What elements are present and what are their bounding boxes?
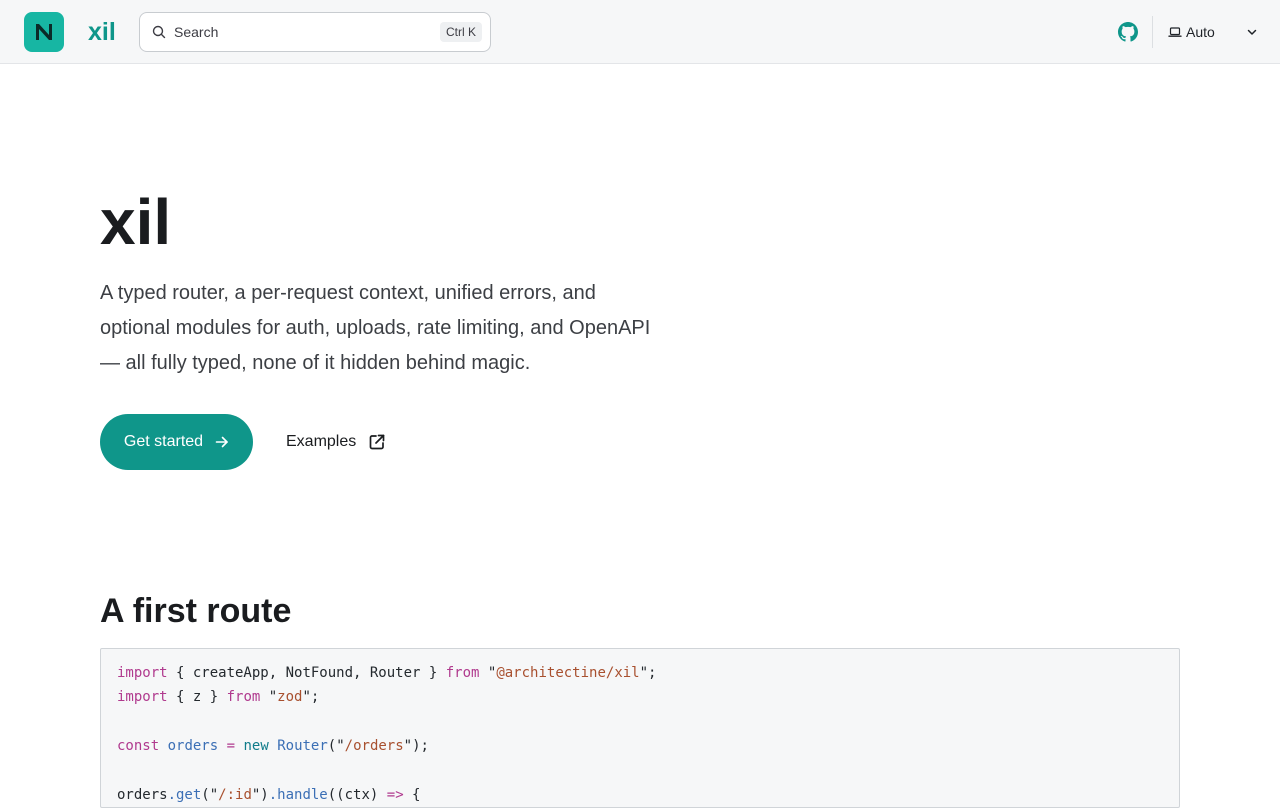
- laptop-icon: [1168, 25, 1182, 39]
- code-line: import { z } from "zod";: [117, 689, 320, 706]
- appearance-label: Auto: [1186, 24, 1215, 40]
- header-divider: [1152, 16, 1153, 48]
- search-placeholder: Search: [174, 24, 219, 40]
- arrow-right-icon: [215, 435, 229, 449]
- brand-name[interactable]: xil: [88, 16, 116, 48]
- top-navbar: xil Search Ctrl K Auto: [0, 0, 1280, 64]
- chevron-down-icon: [1246, 26, 1258, 38]
- search-button[interactable]: Search Ctrl K: [139, 12, 491, 52]
- search-icon: [152, 25, 166, 39]
- logo[interactable]: [24, 12, 64, 52]
- code-line: orders.get("/:id").handle((ctx) => {: [117, 786, 421, 803]
- hero-title: xil: [100, 186, 172, 258]
- github-icon[interactable]: [1118, 22, 1138, 42]
- code-line: import { createApp, NotFound, Router } f…: [117, 665, 657, 681]
- appearance-switch[interactable]: Auto: [1168, 16, 1260, 48]
- get-started-label: Get started: [123, 433, 204, 450]
- examples-label: Examples: [286, 433, 357, 450]
- examples-link[interactable]: Examples: [286, 414, 386, 470]
- search-shortcut: Ctrl K: [440, 22, 482, 42]
- get-started-button[interactable]: Get started: [100, 414, 253, 470]
- code-line: const orders = new Router("/orders");: [117, 738, 429, 755]
- section-title: A first route: [100, 592, 292, 630]
- hero-description: A typed router, a per-request context, u…: [100, 282, 651, 374]
- logo-icon: [36, 24, 52, 40]
- external-link-icon: [368, 433, 386, 451]
- code-block: import { createApp, NotFound, Router } f…: [100, 648, 1180, 808]
